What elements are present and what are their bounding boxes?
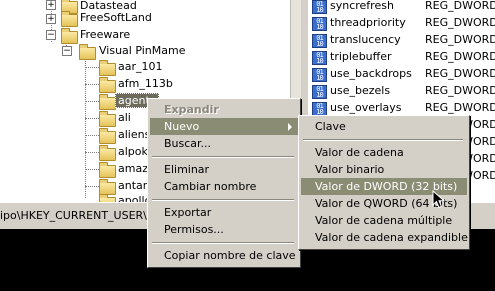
expand-icon[interactable]: +: [46, 0, 56, 10]
folder-open-icon: [79, 44, 96, 60]
tree-item-freeware[interactable]: Freeware: [80, 28, 130, 41]
value-name: use_overlays: [330, 101, 402, 114]
value-row[interactable]: 01 10 threadpriority REG_DWORD: [308, 15, 495, 32]
menu-separator: [303, 139, 463, 141]
tree-item-ali[interactable]: ali: [118, 111, 131, 124]
value-name: use_backdrops: [330, 67, 412, 80]
value-name: use_bezels: [330, 84, 391, 97]
value-row[interactable]: 01 10 use_backdrops REG_DWORD: [308, 66, 495, 83]
nuevo-submenu: Clave Valor de cadena Valor binario Valo…: [298, 115, 470, 250]
menu-item-permisos[interactable]: Permisos...: [150, 221, 298, 238]
menu-item-buscar[interactable]: Buscar...: [150, 135, 298, 152]
value-row[interactable]: 01 10 translucency REG_DWORD: [308, 32, 495, 49]
menu-item-eliminar[interactable]: Eliminar: [150, 161, 298, 178]
menu-item-copiar-nombre[interactable]: Copiar nombre de clave: [150, 247, 298, 264]
menu-separator: [152, 242, 294, 244]
value-type: REG_DWORD: [425, 84, 495, 97]
reg-dword-icon: 0110: [312, 68, 327, 82]
value-type: REG_DWORD: [425, 33, 495, 46]
menu-separator: [152, 199, 294, 201]
menu-item-expandir: Expandir: [164, 103, 219, 116]
value-name: triplebuffer: [330, 50, 392, 63]
reg-dword-icon: 0110: [312, 102, 327, 116]
reg-dword-icon: 0110: [312, 51, 327, 65]
submenu-arrow-icon: [288, 123, 292, 131]
tree-context-menu: Expandir Nuevo Buscar... Eliminar Cambia…: [147, 98, 301, 268]
folder-icon: [99, 162, 116, 178]
submenu-item-valor-cadena[interactable]: Valor de cadena: [301, 144, 467, 161]
tree-item-aar-101[interactable]: aar_101: [118, 60, 163, 73]
folder-icon: [99, 111, 116, 127]
tree-item-alpok[interactable]: alpok: [118, 145, 148, 158]
tree-item-afm-113b[interactable]: afm_113b: [118, 77, 173, 90]
reg-dword-icon: 0110: [312, 17, 327, 31]
value-name: translucency: [330, 33, 401, 46]
value-type: REG_DWORD: [425, 16, 495, 29]
value-row[interactable]: 01 10 syncrefresh REG_DWORD: [308, 0, 495, 15]
menu-item-exportar[interactable]: Exportar: [150, 204, 298, 221]
collapse-icon[interactable]: −: [46, 30, 56, 40]
value-row[interactable]: 01 10 use_bezels REG_DWORD: [308, 83, 495, 100]
value-name: syncrefresh: [330, 0, 394, 12]
folder-icon: [99, 77, 116, 93]
expand-icon[interactable]: +: [46, 14, 56, 24]
submenu-item-valor-multiple[interactable]: Valor de cadena múltiple: [301, 212, 467, 229]
folder-icon: [61, 11, 78, 27]
tree-item-aliens[interactable]: aliens: [118, 128, 150, 141]
menu-separator: [152, 156, 294, 158]
folder-open-icon: [61, 28, 78, 44]
collapse-icon[interactable]: −: [62, 46, 72, 56]
submenu-item-valor-expandible[interactable]: Valor de cadena expandible: [301, 229, 468, 246]
folder-icon: [99, 60, 116, 76]
tree-item-antar[interactable]: antar: [118, 179, 147, 192]
status-path: ipo\HKEY_CURRENT_USER\: [0, 209, 147, 222]
reg-dword-icon: 0110: [312, 85, 327, 99]
menu-item-nuevo[interactable]: Nuevo: [150, 118, 298, 135]
value-type: REG_DWORD: [425, 67, 495, 80]
value-type: REG_DWORD: [425, 101, 495, 114]
value-type: REG_DWORD: [425, 0, 495, 12]
submenu-item-clave[interactable]: Clave: [301, 118, 467, 135]
value-name: threadpriority: [330, 16, 406, 29]
folder-icon: [99, 145, 116, 161]
menu-item-nuevo-label: Nuevo: [164, 120, 200, 133]
tree-item-visual-pinmame[interactable]: Visual PinMame: [99, 44, 185, 57]
menu-item-cambiar-nombre[interactable]: Cambiar nombre: [150, 178, 298, 195]
value-row[interactable]: 01 10 triplebuffer REG_DWORD: [308, 49, 495, 66]
folder-icon: [99, 94, 116, 110]
mouse-cursor-icon: [432, 190, 446, 209]
submenu-item-valor-binario[interactable]: Valor binario: [301, 161, 467, 178]
folder-icon: [99, 128, 116, 144]
reg-dword-icon: 0110: [312, 0, 327, 14]
value-type: REG_DWORD: [425, 50, 495, 63]
tree-item-freesoftland[interactable]: FreeSoftLand: [80, 11, 152, 24]
reg-dword-icon: 0110: [312, 34, 327, 48]
